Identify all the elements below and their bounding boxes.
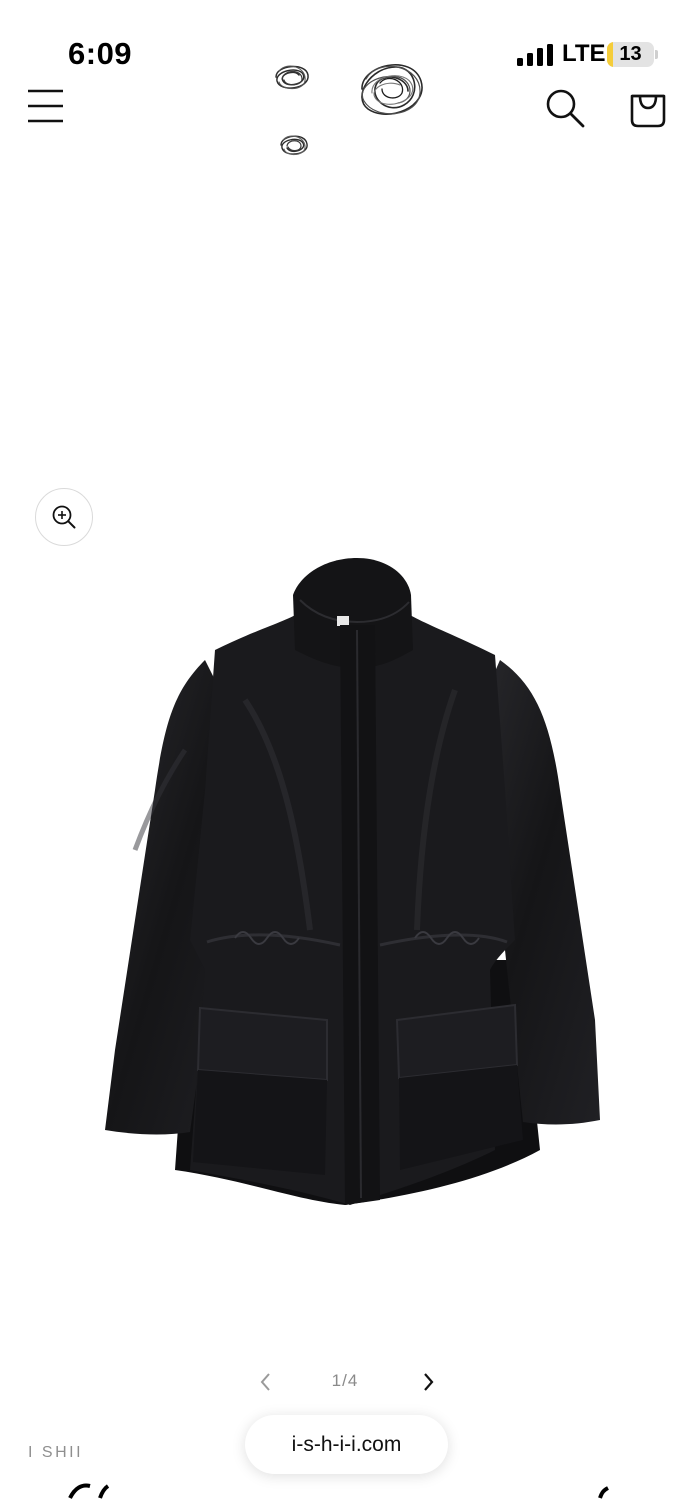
chevron-left-icon[interactable] [254, 1370, 278, 1394]
logo-scribble-small [275, 65, 309, 90]
cellular-signal-icon [517, 44, 553, 66]
zoom-button[interactable] [35, 488, 93, 546]
search-icon[interactable] [544, 87, 586, 129]
battery-terminal [655, 50, 658, 59]
status-time: 6:09 [68, 36, 133, 71]
zoom-in-icon [52, 505, 76, 529]
logo-scribble-bottom [280, 135, 308, 156]
chevron-right-icon[interactable] [416, 1370, 440, 1394]
product-image-jacket[interactable] [95, 550, 610, 1215]
slide-counter: 1/4 [331, 1371, 359, 1390]
product-vendor: I SHII [28, 1444, 84, 1461]
scribble-circles-logo[interactable] [262, 45, 437, 170]
shopping-bag-icon[interactable] [626, 86, 670, 130]
battery-icon: 13 [607, 42, 654, 67]
browser-url-pill[interactable]: i-s-h-i-i.com [245, 1415, 448, 1474]
logo-scribble-large [361, 64, 423, 115]
hamburger-menu-icon[interactable] [26, 88, 66, 124]
product-title-partial [68, 1483, 609, 1499]
battery-percentage: 13 [619, 43, 642, 65]
network-type: LTE [562, 40, 606, 67]
